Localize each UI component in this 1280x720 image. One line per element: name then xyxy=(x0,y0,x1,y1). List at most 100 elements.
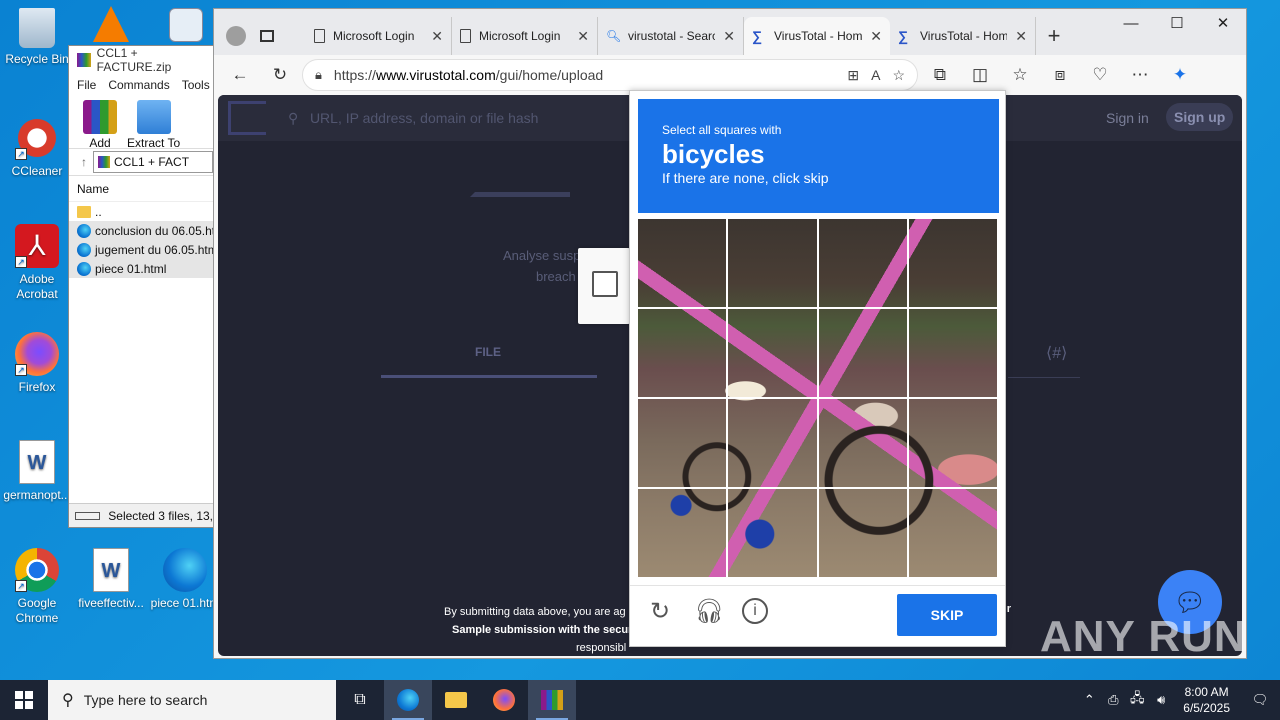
desktop-icon-google-chrome[interactable]: ↗ Google Chrome xyxy=(0,548,74,626)
taskbar: ⚲ Type here to search ⧉ ⌃ ⎙ 🖧︎ 🔊︎ 8:00 A… xyxy=(0,680,1280,720)
desktop-icon-firefox[interactable]: ↗ Firefox xyxy=(0,332,74,395)
app-available-icon[interactable]: ⊞ xyxy=(847,67,859,84)
desktop-icon-vlc[interactable] xyxy=(75,6,147,46)
close-icon[interactable]: ✕ xyxy=(1015,28,1027,45)
back-button[interactable]: ← xyxy=(222,59,258,91)
shortcut-arrow-icon: ↗ xyxy=(15,148,27,160)
list-item[interactable]: piece 01.html xyxy=(69,259,213,278)
list-item[interactable]: conclusion du 06.05.htm xyxy=(69,221,213,240)
desktop-icon-recycle-bin[interactable]: Recycle Bin xyxy=(0,8,74,67)
desktop-icon-ccleaner[interactable]: ↗ CCleaner xyxy=(0,116,74,179)
task-view-button[interactable]: ⧉ xyxy=(336,680,384,720)
read-aloud-icon[interactable]: A xyxy=(871,67,880,83)
challenge-image-tile[interactable] xyxy=(818,399,907,487)
tab-virustotal-search[interactable]: 🔍︎ virustotal - Search ✕ xyxy=(598,17,744,55)
refresh-button[interactable]: ↻ xyxy=(262,59,298,91)
close-icon[interactable]: ✕ xyxy=(431,28,443,45)
menu-tools[interactable]: Tools xyxy=(182,78,210,92)
close-icon[interactable]: ✕ xyxy=(577,28,589,45)
sign-up-button[interactable]: Sign up xyxy=(1166,103,1234,131)
challenge-image-tile[interactable] xyxy=(638,489,727,577)
desktop-icon-word-doc[interactable]: W germanopt... xyxy=(0,440,74,503)
winrar-menubar: File Commands Tools xyxy=(69,74,213,96)
close-window-button[interactable]: ✕ xyxy=(1200,9,1246,41)
vt-search-field[interactable]: ⚲ URL, IP address, domain or file hash xyxy=(288,110,538,127)
challenge-image-tile[interactable] xyxy=(908,399,997,487)
meet-now-icon[interactable]: ⎙ xyxy=(1101,692,1125,708)
desktop-icon-word-doc-2[interactable]: W fiveeffectiv... xyxy=(74,548,148,611)
close-icon[interactable]: ✕ xyxy=(723,28,735,45)
close-icon[interactable]: ✕ xyxy=(870,28,882,45)
desktop-icon-image[interactable] xyxy=(150,8,222,46)
api-icon[interactable]: ⟨#⟩ xyxy=(1046,343,1067,363)
hcaptcha-checkbox[interactable] xyxy=(592,271,618,297)
list-item[interactable]: jugement du 06.05.htm xyxy=(69,240,213,259)
audio-challenge-icon[interactable]: 🎧︎ xyxy=(694,598,724,626)
menu-commands[interactable]: Commands xyxy=(108,78,169,92)
challenge-image-tile[interactable] xyxy=(728,309,817,397)
virustotal-logo-icon[interactable] xyxy=(228,101,266,135)
profile-avatar-icon[interactable] xyxy=(226,26,246,46)
new-tab-button[interactable]: + xyxy=(1036,17,1072,55)
extract-to-button[interactable]: Extract To xyxy=(127,100,180,150)
challenge-image-tile[interactable] xyxy=(728,399,817,487)
challenge-image-tile[interactable] xyxy=(638,309,727,397)
tab-file[interactable]: FILE xyxy=(475,345,501,359)
menu-file[interactable]: File xyxy=(77,78,96,92)
tab-virustotal-home[interactable]: ∑ VirusTotal - Home ✕ xyxy=(890,17,1036,55)
minimize-button[interactable]: — xyxy=(1108,9,1154,41)
winrar-titlebar[interactable]: CCL1 + FACTURE.zip xyxy=(69,46,213,74)
challenge-image-tile[interactable] xyxy=(908,219,997,307)
tab-strip-left xyxy=(214,17,306,55)
tab-microsoft-login-1[interactable]: Microsoft Login ✕ xyxy=(306,17,452,55)
edge-html-icon xyxy=(77,223,91,238)
network-icon[interactable]: 🖧︎ xyxy=(1125,689,1149,711)
notifications-icon[interactable]: 🗨︎ xyxy=(1240,692,1280,708)
sign-in-link[interactable]: Sign in xyxy=(1106,110,1149,126)
challenge-image-tile[interactable] xyxy=(728,489,817,577)
challenge-image-tile[interactable] xyxy=(728,219,817,307)
desktop-icon-adobe-acrobat[interactable]: ⅄ ↗ Adobe Acrobat xyxy=(0,224,74,302)
anyrun-watermark: ANY RUN xyxy=(1040,612,1247,661)
virustotal-large-logo xyxy=(470,141,570,197)
browser-essentials-icon[interactable]: ♡ xyxy=(1082,59,1118,91)
challenge-image-tile[interactable] xyxy=(638,219,727,307)
clock[interactable]: 8:00 AM 6/5/2025 xyxy=(1173,684,1240,716)
column-header-name[interactable]: Name xyxy=(69,176,213,202)
tab-actions-icon[interactable] xyxy=(260,30,274,42)
search-icon: 🔍︎ xyxy=(606,29,622,43)
maximize-button[interactable]: ☐ xyxy=(1154,9,1200,41)
taskbar-search[interactable]: ⚲ Type here to search xyxy=(48,680,336,720)
skip-button[interactable]: SKIP xyxy=(897,594,997,636)
challenge-image-tile[interactable] xyxy=(818,309,907,397)
start-button[interactable] xyxy=(0,680,48,720)
favorite-star-icon[interactable]: ☆ xyxy=(892,67,905,84)
taskbar-file-explorer[interactable] xyxy=(432,680,480,720)
copilot-icon[interactable]: ✦ xyxy=(1162,59,1198,91)
info-icon[interactable]: i xyxy=(742,598,768,624)
path-field[interactable]: CCL1 + FACT xyxy=(93,151,213,173)
tab-microsoft-login-2[interactable]: Microsoft Login ✕ xyxy=(452,17,598,55)
challenge-image-tile[interactable] xyxy=(908,309,997,397)
split-screen-icon[interactable]: ◫ xyxy=(962,59,998,91)
challenge-image-tile[interactable] xyxy=(908,489,997,577)
chevron-up-icon[interactable]: ⌃ xyxy=(1077,692,1101,708)
add-button[interactable]: Add xyxy=(83,100,117,150)
challenge-image-tile[interactable] xyxy=(818,489,907,577)
favorites-icon[interactable]: ☆ xyxy=(1002,59,1038,91)
extensions-icon[interactable]: ⧉ xyxy=(922,59,958,91)
challenge-image-tile[interactable] xyxy=(818,219,907,307)
volume-icon[interactable]: 🔊︎ xyxy=(1149,692,1173,708)
taskbar-edge[interactable] xyxy=(384,680,432,720)
refresh-challenge-icon[interactable]: ↻ xyxy=(646,598,674,626)
list-item[interactable]: .. xyxy=(69,202,213,221)
address-bar[interactable]: 🔒︎ https://www.virustotal.com/gui/home/u… xyxy=(302,59,918,91)
collections-icon[interactable]: ⧈ xyxy=(1042,59,1078,91)
desktop-icon-piece-html[interactable]: piece 01.htm xyxy=(148,548,222,611)
more-menu-icon[interactable]: ⋯ xyxy=(1122,59,1158,91)
taskbar-winrar[interactable] xyxy=(528,680,576,720)
challenge-image-tile[interactable] xyxy=(638,399,727,487)
up-arrow-icon[interactable]: ↑ xyxy=(81,155,87,169)
tab-virustotal-home-active[interactable]: ∑ VirusTotal - Home ✕ xyxy=(744,17,890,55)
taskbar-firefox[interactable] xyxy=(480,680,528,720)
